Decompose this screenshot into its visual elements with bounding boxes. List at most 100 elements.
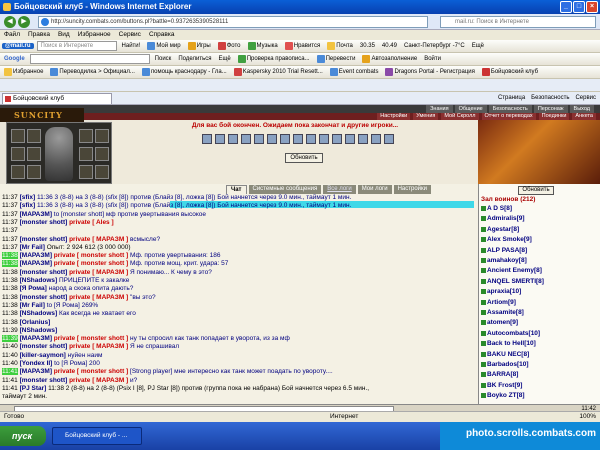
player-list-item[interactable]: BK Frost[9] — [481, 382, 522, 389]
chat-author[interactable]: [sfix] — [20, 202, 36, 209]
player-name[interactable]: Admiralis[9] — [487, 215, 525, 222]
tab-system-messages[interactable]: Системные сообщения — [248, 185, 322, 194]
character-portrait[interactable] — [6, 122, 112, 184]
scroll-icon[interactable] — [371, 134, 381, 144]
game-menu-exit[interactable]: Выход — [569, 105, 594, 113]
tab-all-logs[interactable]: Все логи — [323, 185, 356, 194]
player-name[interactable]: Alex Smoke[9] — [487, 236, 532, 243]
chat-author[interactable]: [МАРАЗМ] — [20, 335, 52, 342]
player-list-refresh-button[interactable]: Обновить — [518, 186, 554, 195]
toolbar-weather[interactable]: Санкт-Петербург -7°С — [402, 43, 467, 49]
chat-author[interactable]: [NShadows] — [20, 310, 58, 317]
favorite-link[interactable]: Переводилка > Официал... — [48, 68, 137, 76]
tools-menu[interactable]: Сервис — [575, 93, 596, 104]
scroll-icon[interactable] — [228, 134, 238, 144]
google-logo[interactable]: Google — [2, 56, 27, 62]
forward-icon[interactable]: ▶ — [18, 16, 30, 28]
player-name[interactable]: BK Frost[9] — [487, 382, 522, 389]
game-menu-security[interactable]: Безопасность — [488, 105, 532, 113]
scroll-icon[interactable] — [202, 134, 212, 144]
google-share[interactable]: Поделиться — [176, 56, 213, 62]
game-sub-transfers[interactable]: Отчет о переводах — [481, 113, 536, 120]
chat-private-tag[interactable]: private [ monster shott ] — [52, 335, 128, 342]
tab-chat-settings[interactable]: Настройки — [393, 185, 432, 194]
chat-author[interactable]: [Orlanius] — [20, 319, 51, 326]
maximize-button[interactable]: □ — [573, 1, 585, 13]
chat-private-tag[interactable]: private [ МАРАЗМ ] — [67, 377, 128, 384]
player-list-item[interactable]: Agestar[8] — [481, 226, 519, 233]
chat-author[interactable]: [МАРАЗМ] — [20, 211, 52, 218]
player-list-item[interactable]: Ancient Enemy[8] — [481, 267, 542, 274]
chat-private-tag[interactable]: private [ monster shott ] — [52, 260, 128, 267]
google-autofill[interactable]: Автозаполнение — [360, 55, 419, 63]
player-list-item[interactable]: apraxia[10] — [481, 288, 521, 295]
player-name[interactable]: BARRA[8] — [487, 371, 518, 378]
player-list-item[interactable]: BAKU NEC[8] — [481, 351, 529, 358]
menu-help[interactable]: Справка — [149, 30, 175, 40]
equipment-slot[interactable] — [79, 129, 93, 143]
player-name[interactable]: Autocombats[10] — [487, 330, 540, 337]
chat-author[interactable]: [monster shott] — [20, 294, 68, 301]
scroll-icon[interactable] — [384, 134, 394, 144]
player-name[interactable]: Boyko ZT[8] — [487, 392, 525, 399]
chat-author[interactable]: [МАРАЗМ] — [20, 368, 52, 375]
battle-refresh-button[interactable]: Обновить — [285, 153, 323, 163]
player-name[interactable]: Ancient Enemy[8] — [487, 267, 542, 274]
player-list-item[interactable]: Autocombats[10] — [481, 330, 540, 337]
scroll-icon[interactable] — [293, 134, 303, 144]
game-sub-skills[interactable]: Умения — [413, 113, 439, 120]
google-spellcheck[interactable]: Проверка правописа... — [236, 55, 312, 63]
player-list-item[interactable]: atomen[9] — [481, 319, 518, 326]
zoom-level[interactable]: 100% — [579, 412, 596, 422]
chat-private-tag[interactable]: private [ monster shott ] — [52, 368, 128, 375]
player-name[interactable]: Artiom[9] — [487, 299, 516, 306]
player-name[interactable]: atomen[9] — [487, 319, 518, 326]
chat-author[interactable]: [NShadows] — [20, 327, 58, 334]
player-list-item[interactable]: amahakoy[8] — [481, 257, 527, 264]
favorite-link[interactable]: помощь краснодару - Гла... — [140, 68, 229, 76]
player-name[interactable]: ALP PASA[8] — [487, 247, 527, 254]
player-name[interactable]: Back to Hell[10] — [487, 340, 536, 347]
scroll-icon[interactable] — [241, 134, 251, 144]
equipment-slot[interactable] — [79, 165, 93, 179]
google-search-button[interactable]: Поиск — [153, 56, 174, 62]
game-menu-character[interactable]: Персонаж — [533, 105, 568, 113]
game-sub-settings[interactable]: Настройки — [377, 113, 411, 120]
tab-fight-club[interactable]: Бойцовский клуб — [2, 93, 112, 104]
search-input[interactable]: mail.ru: Поиск в Интернете — [440, 16, 596, 28]
google-search-input[interactable] — [29, 54, 150, 64]
google-more[interactable]: Ещё — [216, 56, 232, 62]
equipment-slot[interactable] — [11, 165, 25, 179]
equipment-slot[interactable] — [95, 147, 109, 161]
player-name[interactable]: apraxia[10] — [487, 288, 521, 295]
favorites-button[interactable]: Избранное — [2, 68, 45, 76]
chat-author[interactable]: [monster shott] — [20, 377, 68, 384]
chat-private-tag[interactable]: private [ МАРАЗМ ] — [67, 343, 128, 350]
chat-author[interactable]: [monster shott] — [20, 219, 68, 226]
chat-author[interactable]: [killer-saymon] — [20, 352, 66, 359]
game-sub-scroll[interactable]: Мой Скролл — [441, 113, 479, 120]
equipment-slot[interactable] — [27, 129, 41, 143]
equipment-slot[interactable] — [27, 147, 41, 161]
minimize-button[interactable]: _ — [560, 1, 572, 13]
scroll-icon[interactable] — [345, 134, 355, 144]
tab-chat[interactable]: Чат — [226, 185, 247, 194]
google-translate[interactable]: Перевести — [315, 55, 358, 63]
chat-author[interactable]: [monster shott] — [20, 343, 68, 350]
mailru-logo[interactable]: @mail.ru — [2, 43, 34, 49]
game-menu-knowledge[interactable]: Знания — [426, 105, 453, 113]
player-name[interactable]: ANQEL SMERTI[8] — [487, 278, 544, 285]
menu-file[interactable]: Файл — [4, 30, 20, 40]
chat-author[interactable]: [Mr Fail] — [20, 244, 45, 251]
scroll-icon[interactable] — [267, 134, 277, 144]
chat-private-tag[interactable]: private [ monster shott ] — [52, 252, 128, 259]
toolbar-item-myworld[interactable]: Мой мир — [145, 42, 182, 50]
scroll-icon[interactable] — [306, 134, 316, 144]
scroll-icon[interactable] — [280, 134, 290, 144]
chat-author[interactable]: [sfix] — [20, 194, 36, 201]
chat-author[interactable]: [NShadows] — [20, 277, 58, 284]
scroll-icon[interactable] — [215, 134, 225, 144]
chat-author[interactable]: [МАРАЗМ] — [20, 260, 52, 267]
scroll-icon[interactable] — [254, 134, 264, 144]
menu-favorites[interactable]: Избранное — [78, 30, 111, 40]
